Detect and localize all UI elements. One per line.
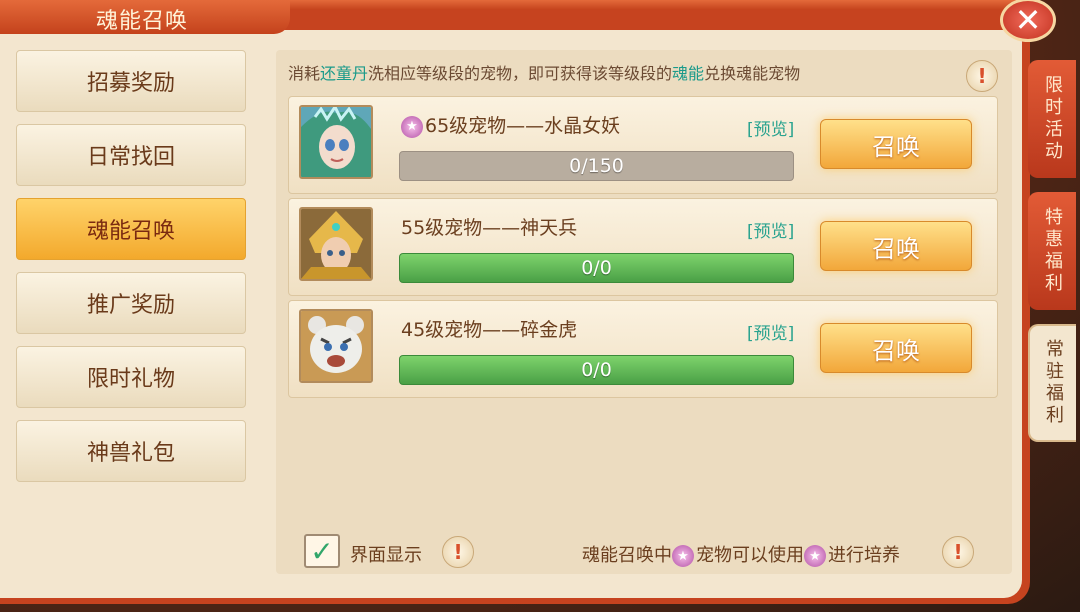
- tab-permanent-welfare[interactable]: 常驻福利: [1028, 324, 1076, 442]
- progress-bar: 0/150: [399, 151, 794, 181]
- pet-row-45: 45级宠物——碎金虎 [预览] 0/0 召唤: [288, 300, 998, 398]
- sidebar-item-recruit-reward[interactable]: 招募奖励: [16, 50, 246, 112]
- tab-label: 限时活动: [1042, 75, 1063, 163]
- note-part: 魂能召唤中: [582, 545, 672, 566]
- pet-name-text: 65级宠物——水晶女妖: [425, 115, 621, 137]
- sidebar-item-label: 魂能召唤: [86, 219, 175, 244]
- sidebar-item-daily-retrieve[interactable]: 日常找回: [16, 124, 246, 186]
- summon-button[interactable]: 召唤: [820, 221, 972, 271]
- summon-button[interactable]: 召唤: [820, 323, 972, 373]
- progress-text: 0/0: [581, 257, 612, 279]
- note-part: 宠物可以使用: [696, 545, 804, 566]
- progress-bar: 0/0: [399, 253, 794, 283]
- sidebar-item-label: 限时礼物: [86, 367, 175, 392]
- tab-limited-activity[interactable]: 限时活动: [1028, 60, 1076, 178]
- exclamation-icon[interactable]: !: [442, 536, 474, 568]
- title-tab: 魂能召唤: [0, 0, 290, 34]
- sidebar-item-beast-pack[interactable]: 神兽礼包: [16, 420, 246, 482]
- sidebar-item-soul-summon[interactable]: 魂能召唤: [16, 198, 246, 260]
- sidebar-item-limited-gift[interactable]: 限时礼物: [16, 346, 246, 408]
- pet-avatar-crystal-witch: [299, 105, 373, 179]
- hint-part: 洗相应等级段的宠物，即可获得该等级段的: [368, 64, 673, 83]
- preview-link[interactable]: [预览]: [747, 217, 794, 242]
- checkbox-label: 界面显示: [350, 545, 422, 566]
- sidebar-item-label: 神兽礼包: [86, 441, 175, 466]
- progress-text: 0/150: [569, 155, 624, 177]
- tab-special-welfare[interactable]: 特惠福利: [1028, 192, 1076, 310]
- progress-text: 0/0: [581, 359, 612, 381]
- window-title: 魂能召唤: [96, 9, 189, 34]
- pet-avatar-gold-tiger: [299, 309, 373, 383]
- summon-button[interactable]: 召唤: [820, 119, 972, 169]
- preview-link[interactable]: [预览]: [747, 115, 794, 140]
- close-button[interactable]: ✕: [1000, 0, 1056, 42]
- star-badge-icon: ★: [401, 115, 423, 138]
- pet-name-text: 55级宠物——神天兵: [401, 217, 578, 239]
- sidebar-item-label: 推广奖励: [86, 293, 175, 318]
- star-badge-icon: ★: [804, 545, 826, 567]
- hint-soul: 魂能: [672, 64, 705, 83]
- pet-row-65: ★ 65级宠物——水晶女妖 [预览] 0/150 召唤: [288, 96, 998, 194]
- pet-avatar-heaven-soldier: [299, 207, 373, 281]
- tab-label: 常驻福利: [1043, 339, 1064, 427]
- right-tabs: 限时活动 特惠福利 常驻福利: [1028, 60, 1080, 456]
- sidebar-item-promotion-reward[interactable]: 推广奖励: [16, 272, 246, 334]
- hint-item: 还童丹: [320, 64, 369, 83]
- hint-text: 消耗还童丹洗相应等级段的宠物，即可获得该等级段的魂能兑换魂能宠物: [288, 60, 800, 84]
- tab-label: 特惠福利: [1042, 207, 1063, 295]
- sidebar: 招募奖励 日常找回 魂能召唤 推广奖励 限时礼物 神兽礼包: [16, 50, 248, 494]
- close-icon: ✕: [1014, 1, 1042, 39]
- preview-link[interactable]: [预览]: [747, 319, 794, 344]
- sidebar-item-label: 招募奖励: [86, 71, 175, 96]
- main-content: 消耗还童丹洗相应等级段的宠物，即可获得该等级段的魂能兑换魂能宠物 ! ★ 65级宠…: [276, 50, 1012, 574]
- pet-row-55: 55级宠物——神天兵 [预览] 0/0 召唤: [288, 198, 998, 296]
- exclamation-icon[interactable]: !: [942, 536, 974, 568]
- note-part: 进行培养: [828, 545, 900, 566]
- pet-name: ★ 65级宠物——水晶女妖: [401, 111, 620, 138]
- display-checkbox[interactable]: ✓: [304, 534, 340, 568]
- pet-name-text: 45级宠物——碎金虎: [401, 319, 578, 341]
- star-badge-icon: ★: [672, 545, 694, 567]
- sidebar-item-label: 日常找回: [86, 145, 175, 170]
- progress-bar: 0/0: [399, 355, 794, 385]
- hint-part: 兑换魂能宠物: [704, 64, 801, 83]
- bottom-note: 魂能召唤中 ★ 宠物可以使用 ★ 进行培养: [582, 541, 900, 567]
- hint-part: 消耗: [288, 64, 321, 83]
- exclamation-icon[interactable]: !: [966, 60, 998, 92]
- check-icon: ✓: [310, 534, 334, 568]
- title-bar: [280, 0, 1020, 10]
- bottom-bar: ✓ 界面显示 ! 魂能召唤中 ★ 宠物可以使用 ★ 进行培养 !: [276, 534, 1012, 574]
